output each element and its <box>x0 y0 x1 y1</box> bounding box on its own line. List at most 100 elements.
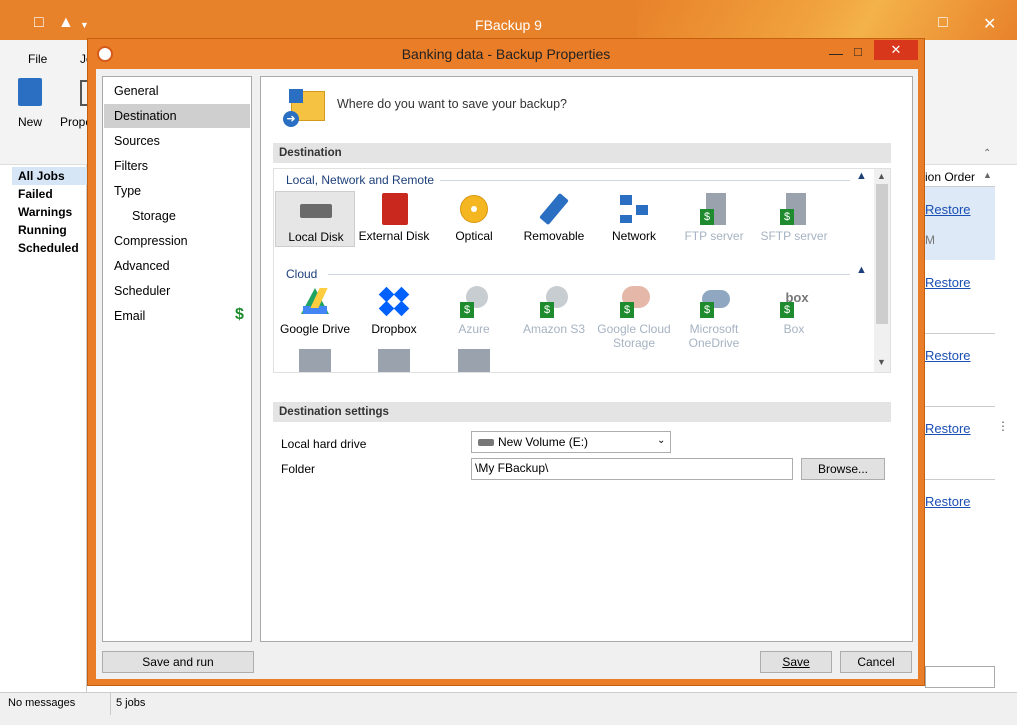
local-disk-icon <box>300 194 332 226</box>
minimize-icon[interactable]: — <box>829 45 843 61</box>
dest-sftp-server[interactable]: $ SFTP server <box>754 191 834 247</box>
page-sources[interactable]: Sources <box>104 129 250 153</box>
page-storage[interactable]: Storage <box>104 204 250 228</box>
backup-properties-dialog: Banking data - Backup Properties — □ ✕ G… <box>87 38 925 686</box>
maximize-icon[interactable]: □ <box>854 44 862 59</box>
page-email[interactable]: Email <box>104 304 250 328</box>
page-list: General Destination Sources Filters Type… <box>102 76 252 642</box>
optical-disc-icon <box>458 193 490 225</box>
nav-warnings[interactable]: Warnings <box>18 205 72 219</box>
nav-failed[interactable]: Failed <box>18 187 53 201</box>
dest-amazon-s3[interactable]: $ Amazon S3 <box>514 284 594 340</box>
azure-icon: $ <box>458 286 490 318</box>
restore-link[interactable]: Restore <box>925 202 971 217</box>
premium-dollar-icon: $ <box>235 306 244 323</box>
restore-link[interactable]: Restore <box>925 348 971 363</box>
dest-azure[interactable]: $ Azure <box>434 284 514 340</box>
row-partial-text: M <box>925 233 935 247</box>
chevron-down-icon[interactable]: ⌄ <box>657 435 665 446</box>
dest-microsoft-onedrive[interactable]: $ Microsoft OneDrive <box>674 284 754 350</box>
box-icon: box $ <box>778 286 810 318</box>
dest-ftp-server[interactable]: $ FTP server <box>674 191 754 247</box>
nav-scheduled[interactable]: Scheduled <box>18 241 79 255</box>
more-cloud-icon[interactable] <box>458 349 490 372</box>
sftp-server-icon: $ <box>778 193 810 225</box>
group-collapse-icon[interactable]: ▲ <box>856 170 867 182</box>
dest-optical[interactable]: Optical <box>434 191 514 247</box>
dropbox-icon <box>378 286 410 318</box>
page-filters[interactable]: Filters <box>104 154 250 178</box>
dest-removable[interactable]: Removable <box>514 191 594 247</box>
dest-google-drive[interactable]: Google Drive <box>275 284 355 340</box>
local-drive-value: New Volume (E:) <box>498 435 589 449</box>
up-arrow-icon[interactable]: ▲ <box>58 14 74 32</box>
new-document-icon[interactable]: □ <box>34 14 44 32</box>
maximize-icon[interactable]: □ <box>938 14 948 32</box>
page-type[interactable]: Type <box>104 179 250 203</box>
tab-file[interactable]: File <box>28 52 47 66</box>
new-job-icon[interactable] <box>18 78 42 106</box>
ftp-server-icon: $ <box>698 193 730 225</box>
scroll-down-icon[interactable]: ▼ <box>877 357 886 367</box>
destination-page: ➜ Where do you want to save your backup?… <box>260 76 913 642</box>
dialog-title: Banking data - Backup Properties <box>401 46 611 62</box>
page-advanced[interactable]: Advanced <box>104 254 250 278</box>
quick-access-chevron-icon[interactable]: ▼ <box>80 20 89 30</box>
google-drive-icon <box>299 286 331 318</box>
dest-network[interactable]: Network <box>594 191 674 247</box>
usb-drive-icon <box>538 192 570 226</box>
local-drive-select[interactable]: New Volume (E:) ⌄ <box>471 431 671 453</box>
more-cloud-icon[interactable] <box>378 349 410 372</box>
jobs-list-pane: ion Order ▲ Restore M Restore Restore Re… <box>925 165 1017 692</box>
sort-icon: ▲ <box>983 170 992 180</box>
google-cloud-icon: $ <box>618 286 650 318</box>
status-messages: No messages <box>8 697 76 709</box>
nav-all-jobs[interactable]: All Jobs <box>18 169 65 183</box>
destination-gallery: Local, Network and Remote ▲ Local Disk E… <box>273 168 891 373</box>
local-drive-label: Local hard drive <box>281 437 367 451</box>
column-header-order[interactable]: ion Order <box>925 170 975 184</box>
destination-section-header: Destination <box>273 143 891 163</box>
restore-link[interactable]: Restore <box>925 421 971 436</box>
group-local-header: Local, Network and Remote <box>286 173 435 187</box>
more-options-icon[interactable]: ⋮ <box>997 419 1009 433</box>
dest-local-disk[interactable]: Local Disk <box>275 191 355 247</box>
more-cloud-icon[interactable] <box>299 349 331 372</box>
dest-external-disk[interactable]: External Disk <box>354 191 434 247</box>
scroll-thumb[interactable] <box>876 184 888 324</box>
nav-running[interactable]: Running <box>18 223 67 237</box>
folder-label: Folder <box>281 462 316 476</box>
new-button-label[interactable]: New <box>18 115 42 129</box>
browse-button[interactable]: Browse... <box>801 458 885 480</box>
gallery-scrollbar[interactable]: ▲ ▼ <box>874 169 890 372</box>
cancel-button[interactable]: Cancel <box>840 651 912 673</box>
dialog-close-button[interactable]: ✕ <box>874 40 918 60</box>
close-icon[interactable]: ✕ <box>983 14 996 34</box>
restore-link[interactable]: Restore <box>925 275 971 290</box>
page-question: Where do you want to save your backup? <box>337 97 567 111</box>
dest-dropbox[interactable]: Dropbox <box>354 284 434 340</box>
app-title: FBackup 9 <box>475 17 542 33</box>
restore-link[interactable]: Restore <box>925 494 971 509</box>
network-icon <box>618 193 650 225</box>
status-jobs-count: 5 jobs <box>116 697 146 709</box>
destination-settings-header: Destination settings <box>273 402 891 422</box>
group-cloud-header: Cloud <box>286 267 318 281</box>
page-destination[interactable]: Destination <box>104 104 250 128</box>
page-compression[interactable]: Compression <box>104 229 250 253</box>
scroll-up-icon[interactable]: ▲ <box>877 171 886 181</box>
dest-google-cloud-storage[interactable]: $ Google Cloud Storage <box>594 284 674 350</box>
folder-destination-icon: ➜ <box>283 87 327 127</box>
ribbon-collapse-icon[interactable]: ⌃ <box>983 148 991 159</box>
amazon-s3-icon: $ <box>538 286 570 318</box>
drive-icon <box>478 439 494 446</box>
dest-box[interactable]: box $ Box <box>754 284 834 340</box>
page-scheduler[interactable]: Scheduler <box>104 279 250 303</box>
page-general[interactable]: General <box>104 79 250 103</box>
external-disk-icon <box>378 193 410 225</box>
status-bar: No messages 5 jobs <box>0 692 1017 725</box>
folder-input[interactable]: \My FBackup\ <box>471 458 793 480</box>
save-button[interactable]: Save <box>760 651 832 673</box>
save-and-run-button[interactable]: Save and run <box>102 651 254 673</box>
group-collapse-icon[interactable]: ▲ <box>856 264 867 276</box>
